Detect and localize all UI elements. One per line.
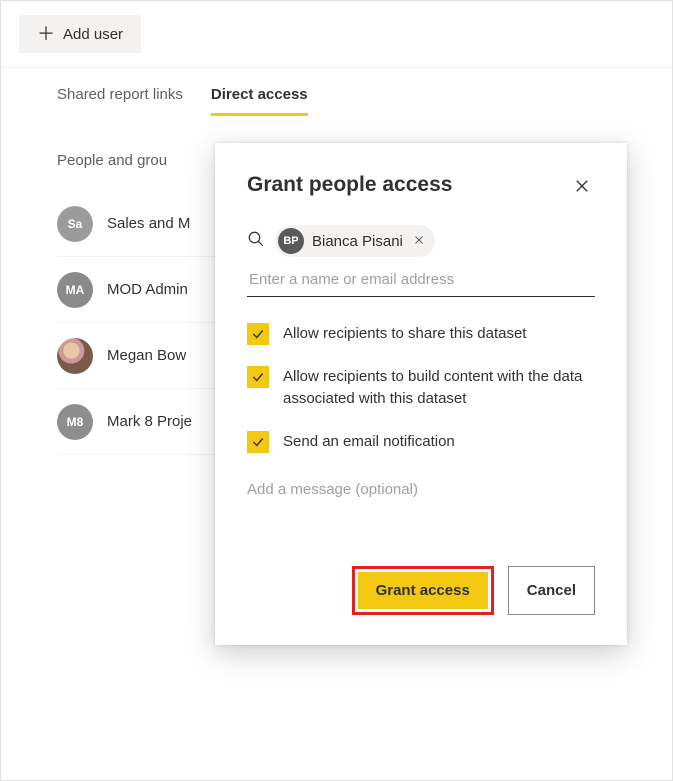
add-user-label: Add user xyxy=(63,26,123,43)
plus-icon: ＋ xyxy=(37,25,55,43)
avatar: MA xyxy=(57,272,93,308)
header-people: People and grou xyxy=(57,152,167,169)
cancel-button[interactable]: Cancel xyxy=(508,566,595,615)
checkbox-label: Allow recipients to share this dataset xyxy=(283,323,526,346)
chip-remove-button[interactable] xyxy=(411,232,427,251)
person-name: Sales and M xyxy=(107,215,190,232)
checkbox-build[interactable] xyxy=(247,366,269,388)
person-name: MOD Admin xyxy=(107,281,188,298)
message-input[interactable]: Add a message (optional) xyxy=(247,473,595,506)
check-icon xyxy=(251,435,265,449)
person-name: Mark 8 Proje xyxy=(107,413,192,430)
grant-access-dialog: Grant people access BP Bianca Pisani All… xyxy=(215,143,627,645)
checkbox-label: Send an email notification xyxy=(283,431,455,454)
grant-access-button[interactable]: Grant access xyxy=(358,572,488,609)
dialog-title: Grant people access xyxy=(247,173,452,197)
search-icon xyxy=(247,230,265,253)
avatar xyxy=(57,338,93,374)
avatar: M8 xyxy=(57,404,93,440)
check-icon xyxy=(251,327,265,341)
close-icon xyxy=(413,234,425,246)
close-icon xyxy=(573,177,591,195)
chip-name: Bianca Pisani xyxy=(312,233,403,250)
checkbox-email[interactable] xyxy=(247,431,269,453)
tab-direct-access[interactable]: Direct access xyxy=(211,86,308,116)
highlight-annotation: Grant access xyxy=(352,566,494,615)
person-chip: BP Bianca Pisani xyxy=(275,225,435,257)
name-email-input[interactable] xyxy=(247,263,595,297)
checkbox-share[interactable] xyxy=(247,323,269,345)
checkbox-label: Allow recipients to build content with t… xyxy=(283,366,595,411)
chip-avatar: BP xyxy=(278,228,304,254)
person-name: Megan Bow xyxy=(107,347,186,364)
add-user-button[interactable]: ＋ Add user xyxy=(19,15,141,53)
tab-shared-links[interactable]: Shared report links xyxy=(57,86,183,116)
check-icon xyxy=(251,370,265,384)
close-button[interactable] xyxy=(569,173,595,201)
avatar: Sa xyxy=(57,206,93,242)
tabs: Shared report links Direct access xyxy=(1,68,672,116)
